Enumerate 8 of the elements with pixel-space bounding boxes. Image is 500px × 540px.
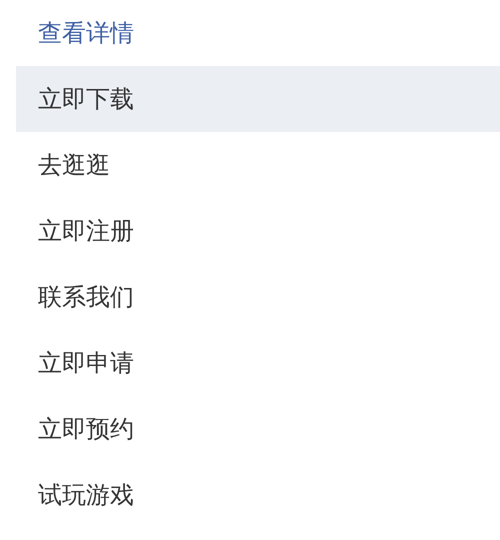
menu-item[interactable]: 立即下载 xyxy=(16,66,500,132)
menu-item[interactable]: 查看详情 xyxy=(16,0,500,66)
menu-item[interactable]: 立即申请 xyxy=(16,330,500,396)
menu-item[interactable]: 试玩游戏 xyxy=(16,462,500,528)
menu-item[interactable]: 去逛逛 xyxy=(16,132,500,198)
menu-item[interactable]: 联系我们 xyxy=(16,264,500,330)
menu-item[interactable]: 立即注册 xyxy=(16,198,500,264)
menu-item[interactable]: 立即预约 xyxy=(16,396,500,462)
